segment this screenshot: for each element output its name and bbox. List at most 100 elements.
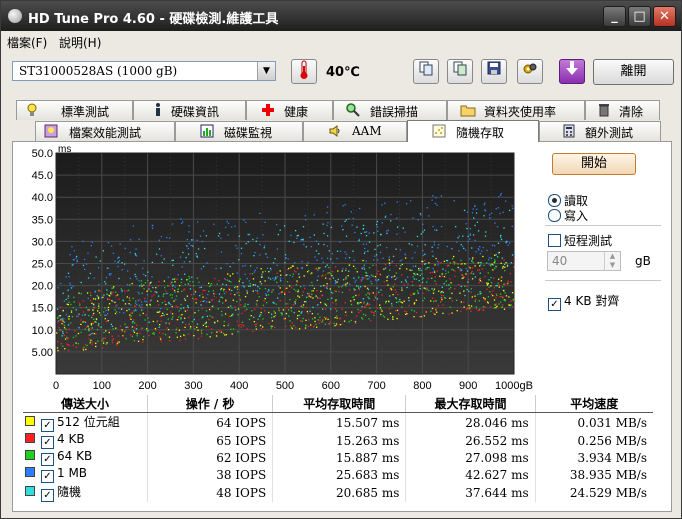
data-point xyxy=(388,259,390,261)
data-point xyxy=(404,231,406,233)
menu-file[interactable]: 檔案(F) xyxy=(7,34,47,51)
data-point xyxy=(254,251,256,254)
tab-error-scan[interactable]: 錯誤掃描 xyxy=(333,100,447,120)
data-point xyxy=(138,293,140,295)
data-point xyxy=(114,260,116,262)
data-point xyxy=(274,314,277,317)
tab-aam[interactable]: AAM xyxy=(303,121,407,141)
minimize-button[interactable]: _ xyxy=(603,6,626,27)
data-point xyxy=(67,324,70,326)
data-point xyxy=(189,288,192,290)
data-point xyxy=(410,294,412,296)
copy-info-button[interactable] xyxy=(413,59,439,84)
data-point xyxy=(87,277,90,279)
tab-health[interactable]: 健康 xyxy=(246,100,333,120)
data-point xyxy=(489,306,491,308)
start-button[interactable]: 開始 xyxy=(552,153,636,175)
data-point xyxy=(157,285,159,287)
data-point xyxy=(458,283,460,286)
data-point xyxy=(357,308,359,311)
data-point xyxy=(407,276,409,278)
data-point xyxy=(89,272,92,275)
col-max-access-time: 最大存取時間 xyxy=(405,395,536,413)
data-point xyxy=(107,298,109,300)
divider xyxy=(545,225,661,226)
series-visible-checkbox[interactable]: ✓ xyxy=(41,453,54,466)
data-point xyxy=(320,285,322,287)
data-point xyxy=(334,280,337,282)
tab-erase[interactable]: 清除 xyxy=(585,100,660,120)
data-point xyxy=(266,256,269,259)
data-point xyxy=(160,340,162,342)
data-point xyxy=(236,300,238,303)
series-visible-checkbox[interactable]: ✓ xyxy=(41,470,54,483)
data-point xyxy=(456,310,458,312)
data-point xyxy=(458,250,460,252)
tab-extra-tests[interactable]: 額外測試 xyxy=(539,121,661,141)
data-point xyxy=(354,321,357,323)
data-point xyxy=(249,285,252,287)
data-point xyxy=(188,316,190,318)
tab-file-benchmark[interactable]: 檔案效能測試 xyxy=(35,121,175,141)
data-point xyxy=(311,281,313,284)
download-arrow-icon[interactable] xyxy=(559,59,585,84)
data-point xyxy=(200,268,203,270)
drive-select[interactable]: ST31000528AS (1000 gB) ▼ xyxy=(12,61,276,81)
data-point xyxy=(270,313,273,315)
save-icon[interactable] xyxy=(481,59,507,84)
data-point xyxy=(144,275,147,277)
tab-folder-usage[interactable]: 資料夾使用率 xyxy=(447,100,585,120)
tab-info[interactable]: 硬碟資訊 xyxy=(133,100,246,120)
data-point xyxy=(236,272,239,274)
stepper-arrows-icon[interactable]: ▲ ▼ xyxy=(604,252,620,270)
align-4kb-checkbox[interactable]: ✓ 4 KB 對齊 xyxy=(548,292,619,311)
maximize-button[interactable]: □ xyxy=(628,6,651,27)
data-point xyxy=(330,291,332,294)
chevron-down-icon[interactable]: ▼ xyxy=(257,62,275,80)
copy-chart-button[interactable] xyxy=(447,59,473,84)
data-point xyxy=(129,314,131,316)
data-point xyxy=(93,303,95,305)
data-point xyxy=(353,259,355,261)
close-button[interactable]: ✕ xyxy=(653,6,676,27)
data-point xyxy=(129,316,131,319)
short-test-checkbox[interactable]: 短程測試 xyxy=(548,232,612,249)
menu-help[interactable]: 說明(H) xyxy=(59,34,101,51)
data-point xyxy=(230,328,232,330)
data-point xyxy=(306,296,308,298)
data-point xyxy=(167,276,169,278)
data-point xyxy=(399,260,401,262)
tab-benchmark[interactable]: 標準測試 xyxy=(16,100,133,120)
data-point xyxy=(496,305,498,308)
data-point xyxy=(252,330,254,333)
data-point xyxy=(80,323,82,326)
data-point xyxy=(372,275,374,277)
data-point xyxy=(155,291,157,293)
data-point xyxy=(405,281,408,283)
write-radio[interactable]: 寫入 xyxy=(548,207,588,224)
series-visible-checkbox[interactable]: ✓ xyxy=(41,419,54,432)
data-point xyxy=(277,233,279,236)
series-visible-checkbox[interactable]: ✓ xyxy=(41,436,54,449)
data-point xyxy=(105,343,107,345)
data-point xyxy=(124,323,126,325)
data-point xyxy=(252,284,254,286)
data-point xyxy=(130,304,132,306)
data-point xyxy=(232,299,234,301)
short-test-stepper[interactable]: 40 ▲ ▼ xyxy=(547,251,621,271)
data-point xyxy=(321,257,323,259)
data-point xyxy=(324,303,326,305)
data-point xyxy=(479,245,481,248)
data-point xyxy=(257,318,259,320)
title-bar[interactable]: HD Tune Pro 4.60 - 硬碟檢測.維護工具 _ □ ✕ xyxy=(1,1,681,31)
options-icon[interactable] xyxy=(517,59,543,84)
tab-disk-monitor[interactable]: 磁碟監視 xyxy=(175,121,303,141)
data-point xyxy=(380,308,382,311)
tab-random-access[interactable]: 隨機存取 xyxy=(407,120,539,142)
data-point xyxy=(228,288,231,291)
data-point xyxy=(184,317,186,319)
data-point xyxy=(398,313,400,315)
series-visible-checkbox[interactable]: ✓ xyxy=(41,489,54,502)
exit-button[interactable]: 離開 xyxy=(593,59,674,85)
data-point xyxy=(436,311,438,313)
